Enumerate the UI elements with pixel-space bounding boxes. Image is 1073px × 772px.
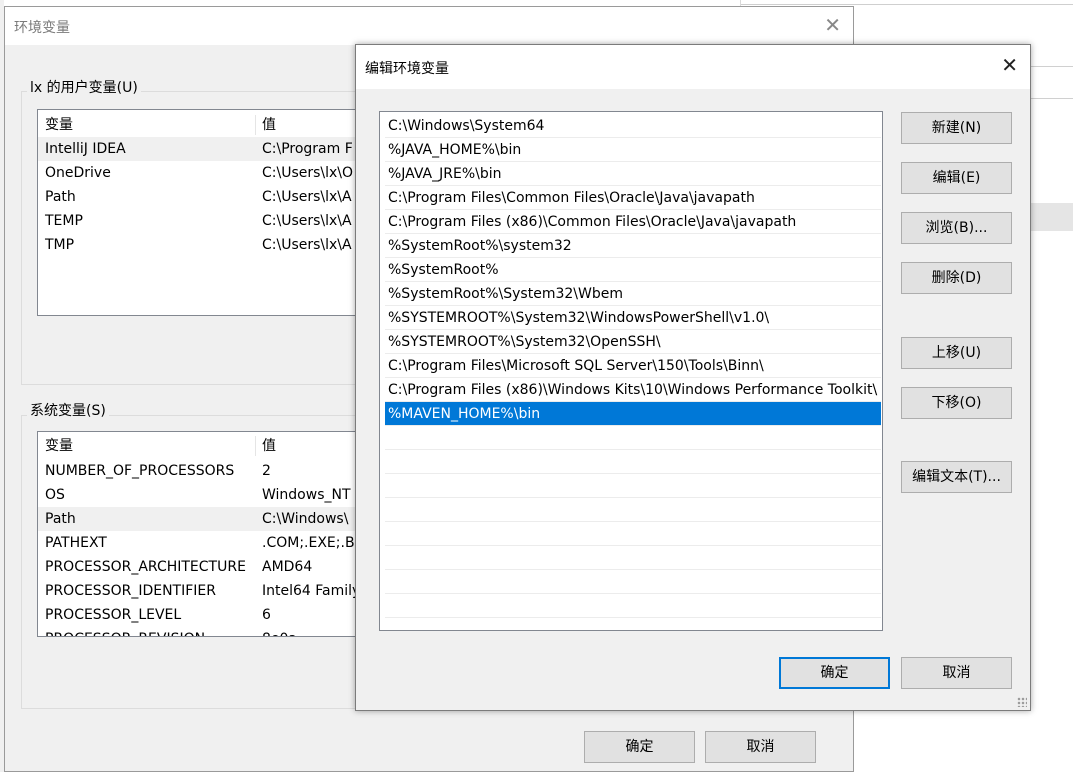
table-row[interactable]: TEMP C:\Users\lx\A	[38, 209, 366, 233]
variable-name: Path	[45, 189, 76, 205]
variable-value: C:\Users\lx\A	[262, 237, 352, 253]
path-list[interactable]: C:\Windows\System64 %JAVA_HOME%\bin %JAV…	[379, 111, 883, 631]
list-item-selected[interactable]: %MAVEN_HOME%\bin	[385, 402, 881, 426]
column-header-variable[interactable]: 变量	[45, 433, 73, 459]
list-item[interactable]: C:\Program Files\Common Files\Oracle\Jav…	[385, 186, 881, 210]
table-row[interactable]: OneDrive C:\Users\lx\O	[38, 161, 366, 185]
variable-name: OneDrive	[45, 165, 111, 181]
ok-button[interactable]: 确定	[779, 657, 890, 689]
variable-name: PROCESSOR_IDENTIFIER	[45, 583, 216, 599]
browse-button[interactable]: 浏览(B)...	[901, 212, 1012, 244]
list-item[interactable]: C:\Program Files (x86)\Common Files\Orac…	[385, 210, 881, 234]
row-divider	[385, 521, 881, 522]
list-item[interactable]: %SystemRoot%	[385, 258, 881, 282]
variable-value: C:\Users\lx\A	[262, 189, 352, 205]
variable-name: IntelliJ IDEA	[45, 141, 126, 157]
column-separator[interactable]	[255, 115, 256, 135]
variable-value: 6	[262, 607, 271, 623]
list-item[interactable]: C:\Windows\System64	[385, 114, 881, 138]
list-header: 变量 值	[38, 112, 366, 138]
column-header-value[interactable]: 值	[262, 112, 276, 138]
variable-value: Windows_NT	[262, 487, 351, 503]
edit-button[interactable]: 编辑(E)	[901, 162, 1012, 194]
system-vars-list[interactable]: 变量 值 NUMBER_OF_PROCESSORS 2 OS Windows_N…	[37, 431, 367, 637]
resize-grip-icon[interactable]	[1017, 697, 1027, 707]
env-ok-button[interactable]: 确定	[584, 731, 695, 763]
edit-text-button[interactable]: 编辑文本(T)...	[901, 461, 1012, 493]
list-item[interactable]: %JAVA_HOME%\bin	[385, 138, 881, 162]
variable-name: NUMBER_OF_PROCESSORS	[45, 463, 235, 479]
variable-name: TMP	[45, 237, 75, 253]
table-row[interactable]: PROCESSOR_IDENTIFIER Intel64 Family	[38, 579, 366, 603]
variable-value: C:\Users\lx\A	[262, 213, 352, 229]
table-row[interactable]: PATHEXT .COM;.EXE;.B.	[38, 531, 366, 555]
new-button[interactable]: 新建(N)	[901, 112, 1012, 144]
list-item[interactable]: %SYSTEMROOT%\System32\WindowsPowerShell\…	[385, 306, 881, 330]
column-separator[interactable]	[255, 436, 256, 456]
variable-value: .COM;.EXE;.B.	[262, 535, 359, 551]
variable-name: PROCESSOR_REVISION	[45, 627, 205, 636]
table-row[interactable]: Path C:\Users\lx\A	[38, 185, 366, 209]
divider	[741, 4, 1073, 5]
close-icon[interactable]: ✕	[824, 13, 841, 37]
variable-value: Intel64 Family	[262, 583, 361, 599]
user-vars-list[interactable]: 变量 值 IntelliJ IDEA C:\Program F OneDrive…	[37, 109, 367, 316]
variable-value: AMD64	[262, 559, 313, 575]
list-item[interactable]: %SystemRoot%\System32\Wbem	[385, 282, 881, 306]
variable-name: Path	[45, 511, 76, 527]
variable-name: PROCESSOR_ARCHITECTURE	[45, 559, 246, 575]
edit-dialog-title: 编辑环境变量	[365, 61, 449, 77]
move-down-button[interactable]: 下移(O)	[901, 387, 1012, 419]
row-divider	[385, 497, 881, 498]
table-row[interactable]: PROCESSOR_REVISION 8e0a	[38, 627, 366, 636]
row-divider	[385, 617, 881, 618]
row-divider	[385, 545, 881, 546]
system-vars-label: 系统变量(S)	[27, 400, 109, 420]
variable-name: OS	[45, 487, 65, 503]
variable-value: C:\Windows\	[262, 511, 349, 527]
table-row[interactable]: PROCESSOR_ARCHITECTURE AMD64	[38, 555, 366, 579]
column-header-value[interactable]: 值	[262, 433, 276, 459]
variable-value: 2	[262, 463, 271, 479]
list-item[interactable]: C:\Program Files (x86)\Windows Kits\10\W…	[385, 378, 881, 402]
variable-name: PROCESSOR_LEVEL	[45, 607, 182, 623]
delete-button[interactable]: 删除(D)	[901, 262, 1012, 294]
user-vars-label: lx 的用户变量(U)	[27, 77, 141, 97]
env-titlebar: 环境变量 ✕	[5, 7, 853, 45]
row-divider	[385, 593, 881, 594]
row-divider	[385, 473, 881, 474]
env-cancel-button[interactable]: 取消	[705, 731, 816, 763]
table-row[interactable]: NUMBER_OF_PROCESSORS 2	[38, 459, 366, 483]
table-row[interactable]: PROCESSOR_LEVEL 6	[38, 603, 366, 627]
background-selected-item	[1031, 203, 1073, 231]
table-row[interactable]: OS Windows_NT	[38, 483, 366, 507]
divider	[1031, 66, 1073, 67]
variable-value: 8e0a	[262, 627, 297, 636]
close-icon[interactable]: ✕	[1001, 53, 1018, 77]
table-row[interactable]: TMP C:\Users\lx\A	[38, 233, 366, 257]
divider	[1031, 98, 1073, 99]
edit-env-dialog: 编辑环境变量 ✕ C:\Windows\System64 %JAVA_HOME%…	[355, 44, 1031, 711]
variable-name: PATHEXT	[45, 535, 107, 551]
column-header-variable[interactable]: 变量	[45, 112, 73, 138]
table-row[interactable]: Path C:\Windows\	[38, 507, 366, 531]
list-item[interactable]: %SYSTEMROOT%\System32\OpenSSH\	[385, 330, 881, 354]
list-item[interactable]: %SystemRoot%\system32	[385, 234, 881, 258]
variable-value: C:\Users\lx\O	[262, 165, 354, 181]
row-divider	[385, 569, 881, 570]
edit-titlebar: 编辑环境变量 ✕	[356, 45, 1030, 89]
variable-value: C:\Program F	[262, 141, 353, 157]
table-row[interactable]: IntelliJ IDEA C:\Program F	[38, 137, 366, 161]
cancel-button[interactable]: 取消	[901, 657, 1012, 689]
list-item[interactable]: C:\Program Files\Microsoft SQL Server\15…	[385, 354, 881, 378]
row-divider	[385, 449, 881, 450]
list-item[interactable]: %JAVA_JRE%\bin	[385, 162, 881, 186]
move-up-button[interactable]: 上移(U)	[901, 337, 1012, 369]
variable-name: TEMP	[45, 213, 83, 229]
env-window-title: 环境变量	[14, 20, 70, 36]
list-header: 变量 值	[38, 433, 366, 459]
